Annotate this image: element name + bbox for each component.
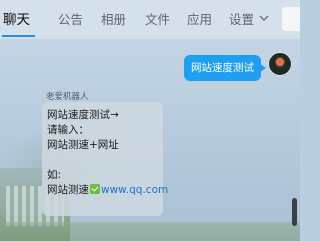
message-line: 请输入： xyxy=(47,124,89,136)
received-message-bubble: 网站速度测试→ 请输入： 网站测速+网址 如: 网站测速 www.qq.com xyxy=(42,102,168,216)
sent-message-bubble: 网站速度测试 xyxy=(184,55,266,81)
tab-chat[interactable]: 聊天 xyxy=(3,0,30,40)
message-example-line: 网站测速 www.qq.com xyxy=(47,183,168,198)
message-line-empty xyxy=(47,153,158,168)
message-line: 网站速度测试→ xyxy=(47,109,119,121)
example-prefix: 网站测速 xyxy=(47,184,89,196)
tab-files[interactable]: 文件 xyxy=(145,0,170,40)
example-link[interactable]: www.qq.com xyxy=(101,184,168,196)
panel-toggle-button[interactable] xyxy=(282,7,300,31)
check-icon xyxy=(90,184,100,194)
tab-announcements[interactable]: 公告 xyxy=(58,0,83,40)
avatar[interactable] xyxy=(268,52,292,76)
sender-name: 老爱机器人 xyxy=(46,92,89,102)
message-line: 如: xyxy=(47,169,62,181)
tab-settings[interactable]: 设置 xyxy=(229,0,254,40)
background-grass xyxy=(0,222,300,241)
tab-bar: 聊天 公告 相册 文件 应用 设置 xyxy=(0,0,300,40)
tab-apps[interactable]: 应用 xyxy=(187,0,212,40)
active-tab-underline xyxy=(2,35,35,37)
message-line: 网站测速+网址 xyxy=(47,139,119,151)
scrollbar-thumb[interactable] xyxy=(292,198,297,226)
tab-album[interactable]: 相册 xyxy=(101,0,126,40)
chevron-down-icon[interactable] xyxy=(258,12,270,24)
